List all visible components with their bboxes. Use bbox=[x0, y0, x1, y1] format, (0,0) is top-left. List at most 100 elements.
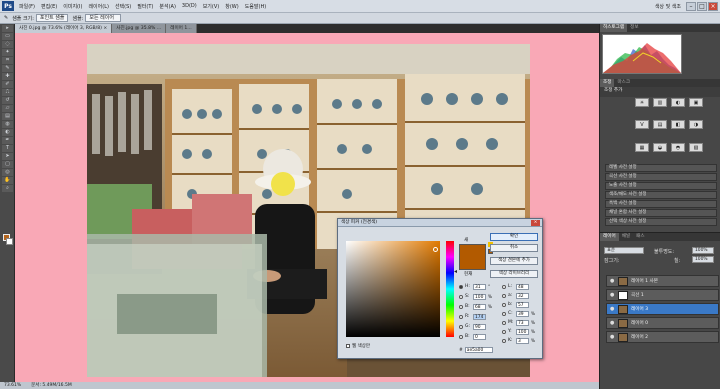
channel-input[interactable]: 3 bbox=[516, 337, 529, 344]
channel-input[interactable]: 73 bbox=[516, 319, 529, 326]
doc-tab[interactable]: 레이어 1... bbox=[166, 24, 197, 33]
type-tool-icon[interactable]: T bbox=[2, 145, 13, 152]
channel-input[interactable]: 90 bbox=[473, 323, 486, 330]
menu-window[interactable]: 창(W) bbox=[222, 3, 241, 10]
eyedropper-icon[interactable]: ✎ bbox=[2, 65, 13, 72]
vibrance-icon[interactable]: V bbox=[635, 120, 649, 130]
menu-layer[interactable]: 레이어(L) bbox=[85, 3, 112, 10]
add-to-swatches-button[interactable]: 색상 견본에 추가 bbox=[490, 257, 538, 265]
channel-radio[interactable] bbox=[459, 324, 463, 329]
layer-row[interactable]: ● 레이어 1 사본 bbox=[606, 275, 719, 287]
levels-icon[interactable]: ▥ bbox=[653, 98, 667, 107]
channel-radio[interactable] bbox=[459, 304, 463, 309]
checkbox-icon[interactable] bbox=[346, 344, 350, 348]
tab-channels[interactable]: 채널 bbox=[619, 233, 633, 241]
doc-tab-active[interactable]: 사진 0.jpg @ 73.6% (레이어 3, RGB/8) × bbox=[15, 24, 113, 33]
close-icon[interactable]: × bbox=[531, 220, 540, 226]
preset-channel-mixer[interactable]: 채널 혼합 사전 설정 bbox=[605, 209, 717, 217]
channel-mixer-icon[interactable]: ◒ bbox=[653, 142, 667, 152]
pen-tool-icon[interactable]: ✒ bbox=[2, 137, 13, 144]
sample-size-select[interactable]: 포인트 샘플 bbox=[35, 14, 69, 22]
brightness-icon[interactable]: ☀ bbox=[635, 98, 649, 107]
lasso-tool-icon[interactable]: ◌ bbox=[2, 41, 13, 48]
tab-histogram[interactable]: 히스토그램 bbox=[600, 24, 628, 32]
channel-radio[interactable] bbox=[459, 314, 463, 319]
crop-tool-icon[interactable]: ⌗ bbox=[2, 57, 13, 64]
hue-slider[interactable] bbox=[446, 241, 454, 337]
channel-radio[interactable] bbox=[502, 338, 506, 343]
path-select-icon[interactable]: ➤ bbox=[2, 153, 13, 160]
cancel-button[interactable]: 취소 bbox=[490, 244, 538, 252]
exposure-icon[interactable]: ▣ bbox=[689, 98, 703, 107]
eraser-tool-icon[interactable]: ▱ bbox=[2, 105, 13, 112]
curves-icon[interactable]: ◐ bbox=[671, 98, 685, 107]
3d-rotate-icon[interactable]: ◎ bbox=[2, 169, 13, 176]
gradient-tool-icon[interactable]: ▤ bbox=[2, 113, 13, 120]
preset-curves[interactable]: 곡선 사전 설정 bbox=[605, 173, 717, 181]
channel-input[interactable]: 0 bbox=[473, 333, 486, 340]
menu-help[interactable]: 도움말(H) bbox=[242, 3, 269, 10]
visibility-eye-icon[interactable]: ● bbox=[610, 278, 615, 284]
tab-adjustments[interactable]: 조정 bbox=[600, 79, 615, 87]
opacity-input[interactable]: 100% bbox=[692, 247, 714, 254]
close-icon[interactable]: × bbox=[708, 1, 718, 11]
history-brush-icon[interactable]: ↺ bbox=[2, 97, 13, 104]
move-tool-icon[interactable]: ▸ bbox=[2, 25, 13, 32]
tab-info[interactable]: 정보 bbox=[627, 24, 641, 32]
web-colors-only-checkbox[interactable]: 웹 색상만 bbox=[346, 343, 370, 349]
visibility-eye-icon[interactable]: ● bbox=[610, 292, 615, 298]
channel-input[interactable]: 32 bbox=[516, 292, 529, 299]
marquee-tool-icon[interactable]: ▭ bbox=[2, 33, 13, 40]
quick-select-tool-icon[interactable]: ✦ bbox=[2, 49, 13, 56]
channel-input[interactable]: 57 bbox=[516, 301, 529, 308]
zoom-tool-icon[interactable]: ⌕ bbox=[2, 185, 13, 192]
channel-input[interactable]: 100 bbox=[516, 328, 529, 335]
visibility-eye-icon[interactable]: ● bbox=[610, 320, 615, 326]
preset-selective-color[interactable]: 선택 색상 사전 설정 bbox=[605, 218, 717, 226]
stamp-tool-icon[interactable]: ⎍ bbox=[2, 89, 13, 96]
posterize-icon[interactable]: ▧ bbox=[689, 142, 703, 152]
channel-input[interactable]: 100 bbox=[473, 293, 486, 300]
menu-select[interactable]: 선택(S) bbox=[112, 3, 134, 10]
hex-input[interactable]: ae5a00 bbox=[464, 347, 493, 353]
blur-tool-icon[interactable]: ◍ bbox=[2, 121, 13, 128]
visibility-eye-icon[interactable]: ● bbox=[610, 334, 615, 340]
menu-3d[interactable]: 3D(D) bbox=[179, 3, 200, 9]
dodge-tool-icon[interactable]: ◐ bbox=[2, 129, 13, 136]
black-white-icon[interactable]: ◑ bbox=[689, 120, 703, 130]
menu-image[interactable]: 이미지(I) bbox=[60, 3, 85, 10]
hue-slider-handle-icon[interactable]: ◂ bbox=[454, 268, 457, 275]
tab-paths[interactable]: 패스 bbox=[633, 233, 647, 241]
channel-radio[interactable] bbox=[502, 329, 506, 334]
menu-edit[interactable]: 편집(E) bbox=[38, 3, 60, 10]
menu-analysis[interactable]: 분석(A) bbox=[156, 3, 179, 10]
fill-input[interactable]: 100% bbox=[692, 256, 714, 263]
preset-black-white[interactable]: 흑백 사전 설정 bbox=[605, 200, 717, 208]
channel-radio[interactable] bbox=[502, 302, 506, 307]
layer-row[interactable]: ● 곡선 1 bbox=[606, 289, 719, 301]
menu-view[interactable]: 보기(V) bbox=[200, 3, 223, 10]
minimize-icon[interactable]: – bbox=[686, 1, 696, 11]
brush-tool-icon[interactable]: ✐ bbox=[2, 81, 13, 88]
channel-radio[interactable] bbox=[502, 293, 506, 298]
ok-button[interactable]: 확인 bbox=[490, 233, 538, 241]
menu-filter[interactable]: 필터(T) bbox=[134, 3, 156, 10]
tab-layers[interactable]: 레이어 bbox=[600, 233, 619, 241]
channel-radio[interactable] bbox=[502, 311, 506, 316]
invert-icon[interactable]: ◓ bbox=[671, 142, 685, 152]
channel-radio[interactable] bbox=[502, 320, 506, 325]
doc-tab[interactable]: 사진.jpg @ 35.8% ... bbox=[112, 24, 167, 33]
visibility-eye-icon[interactable]: ● bbox=[610, 306, 615, 312]
healing-tool-icon[interactable]: ✚ bbox=[2, 73, 13, 80]
color-field-cursor[interactable] bbox=[433, 247, 438, 252]
channel-input[interactable]: 174 bbox=[473, 313, 486, 320]
shape-tool-icon[interactable]: ▢ bbox=[2, 161, 13, 168]
channel-input[interactable]: 31 bbox=[473, 283, 486, 290]
color-balance-icon[interactable]: ◧ bbox=[671, 120, 685, 130]
eyedropper-tool-icon[interactable]: ✎ bbox=[4, 15, 8, 21]
layer-row[interactable]: ● 레이어 3 bbox=[606, 303, 719, 315]
preset-levels[interactable]: 레벨 사전 설정 bbox=[605, 164, 717, 172]
background-color-swatch[interactable] bbox=[6, 238, 13, 245]
blend-mode-select[interactable]: 표준 bbox=[604, 247, 644, 254]
channel-radio[interactable] bbox=[502, 284, 506, 289]
